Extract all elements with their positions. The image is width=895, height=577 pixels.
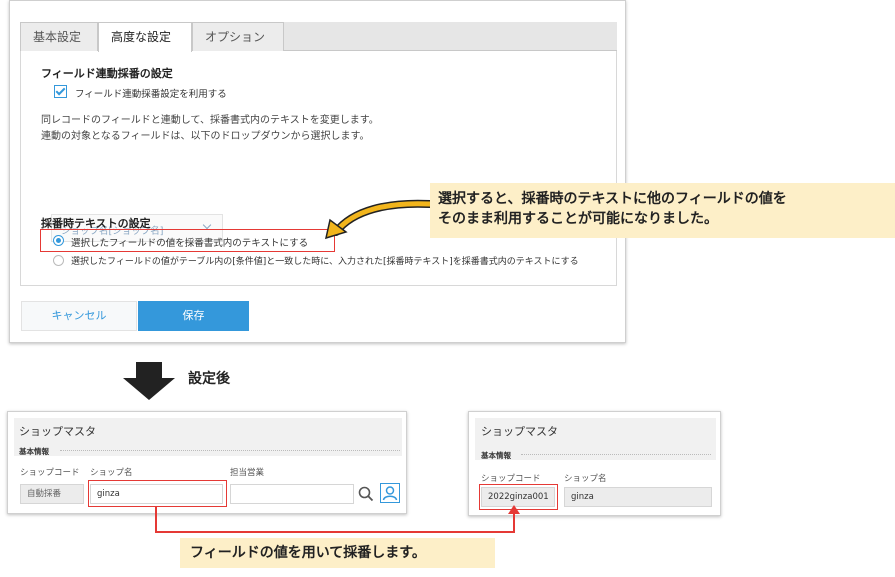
callout-line-2: そのまま利用することが可能になりました。 <box>438 211 718 227</box>
cancel-button[interactable]: キャンセル <box>21 301 137 331</box>
tab-basic-settings[interactable]: 基本設定 <box>20 22 98 51</box>
after-settings-label: 設定後 <box>188 371 230 387</box>
shop-name-value: ginza <box>564 487 712 507</box>
down-arrow-icon <box>136 362 162 378</box>
radio-use-table-condition[interactable] <box>53 255 64 266</box>
label-shop-name: ショップ名 <box>564 474 607 484</box>
user-select-button[interactable] <box>380 483 400 503</box>
arrow-up-icon <box>508 505 520 514</box>
shop-code-field: 自動採番 <box>20 484 84 504</box>
label-sales-rep: 担当営業 <box>230 468 265 478</box>
settings-dialog: 基本設定 高度な設定 オプション フィールド連動採番の設定 フィールド連動採番設… <box>9 0 626 343</box>
form-title: ショップマスタ <box>481 425 558 438</box>
down-arrow-head-icon <box>123 378 175 400</box>
tab-options[interactable]: オプション <box>192 22 284 51</box>
connector-line-left <box>155 506 157 533</box>
user-icon <box>382 486 398 501</box>
section-basic-info: 基本情報 <box>481 451 511 460</box>
section-divider <box>521 454 711 455</box>
highlight-box-shop-name <box>88 480 227 507</box>
chevron-down-icon <box>202 220 212 230</box>
search-icon <box>358 486 374 502</box>
connector-line-right <box>513 512 515 533</box>
sales-rep-input[interactable] <box>230 484 354 504</box>
curved-pointer-arrow-icon <box>324 199 434 240</box>
shop-master-detail-form: ショップマスタ 基本情報 ショップコード ショップ名 2022ginza001 … <box>468 411 721 516</box>
label-shop-name: ショップ名 <box>90 468 133 478</box>
description-line-2: 連動の対象となるフィールドは、以下のドロップダウンから選択します。 <box>41 131 370 142</box>
section-divider <box>60 450 400 451</box>
callout-numbering-with-field: フィールドの値を用いて採番します。 <box>180 538 495 568</box>
save-button[interactable]: 保存 <box>138 301 249 331</box>
callout-new-feature: 選択すると、採番時のテキストに他のフィールドの値を そのまま利用することが可能に… <box>430 183 895 238</box>
tab-advanced-settings[interactable]: 高度な設定 <box>98 22 192 52</box>
advanced-settings-panel: フィールド連動採番の設定 フィールド連動採番設定を利用する 同レコードのフィール… <box>20 51 617 286</box>
label-shop-code: ショップコード <box>20 468 80 478</box>
shop-master-input-form: ショップマスタ 基本情報 ショップコード ショップ名 担当営業 自動採番 gin… <box>7 411 407 514</box>
radio-use-table-condition-label: 選択したフィールドの値がテーブル内の[条件値]と一致した時に、入力された[採番時… <box>71 257 579 267</box>
description-line-1: 同レコードのフィールドと連動して、採番書式内のテキストを変更します。 <box>41 115 379 126</box>
tab-bar: 基本設定 高度な設定 オプション <box>20 22 617 52</box>
section-basic-info: 基本情報 <box>19 447 49 456</box>
checkbox-label: フィールド連動採番設定を利用する <box>75 89 227 100</box>
search-button[interactable] <box>356 484 376 504</box>
callout-line-1: 選択すると、採番時のテキストに他のフィールドの値を <box>438 191 787 207</box>
form-title: ショップマスタ <box>19 425 96 438</box>
section-title-field-linked-numbering: フィールド連動採番の設定 <box>41 67 173 80</box>
label-shop-code: ショップコード <box>481 474 541 484</box>
use-field-linked-numbering-checkbox[interactable] <box>54 85 67 98</box>
highlight-box-radio <box>40 229 335 252</box>
connector-line-bottom <box>155 531 515 533</box>
checkmark-icon <box>55 85 66 96</box>
